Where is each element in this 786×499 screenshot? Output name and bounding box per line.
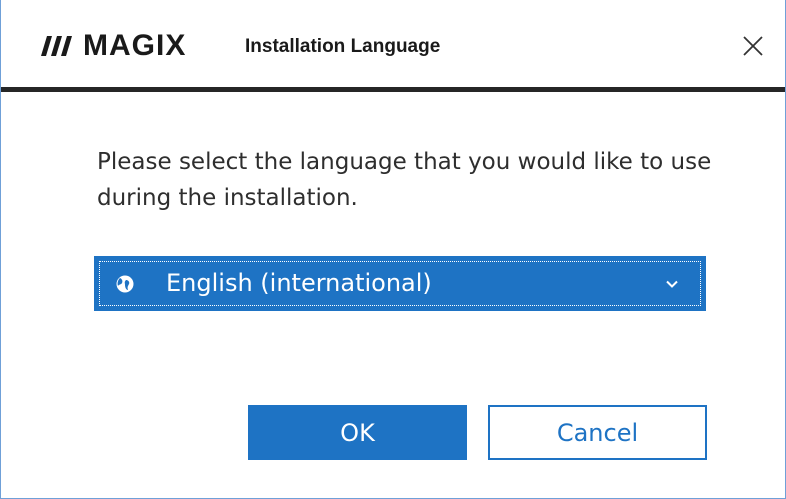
brand-name: MAGIX	[83, 29, 187, 62]
installation-language-dialog: MAGIX Installation Language Please selec…	[0, 0, 786, 499]
language-dropdown[interactable]: English (international)	[94, 256, 706, 311]
selected-language: English (international)	[166, 269, 432, 297]
chevron-down-icon	[666, 280, 678, 288]
title-bar: MAGIX Installation Language	[1, 0, 785, 88]
title-divider	[1, 87, 785, 92]
magix-logo: MAGIX	[41, 28, 186, 64]
window-title: Installation Language	[245, 36, 441, 57]
ok-button[interactable]: OK	[248, 405, 467, 460]
close-button[interactable]	[735, 28, 771, 64]
globe-icon	[116, 275, 134, 293]
close-icon	[743, 36, 763, 56]
language-prompt: Please select the language that you woul…	[97, 149, 712, 211]
cancel-button[interactable]: Cancel	[488, 405, 707, 460]
brand-slashes-icon	[41, 34, 75, 58]
